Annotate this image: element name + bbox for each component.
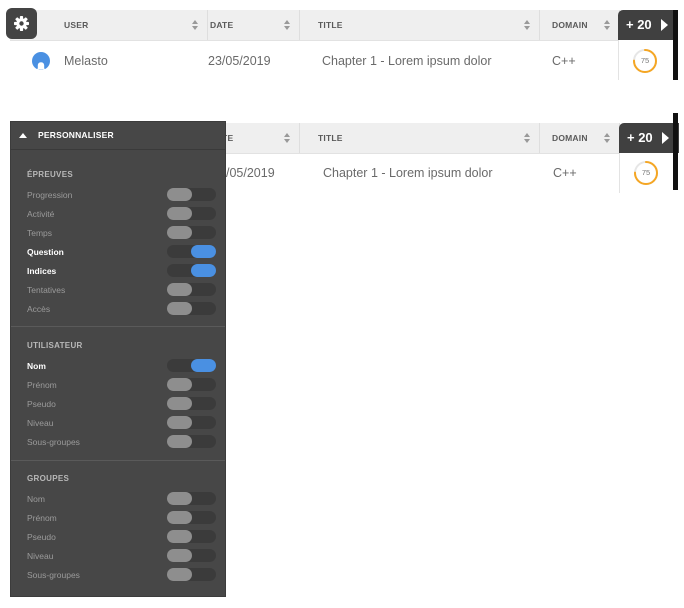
toggle-switch[interactable]	[167, 359, 216, 372]
column-header-title[interactable]: TITLE	[300, 123, 540, 153]
row-date: /05/2019	[226, 166, 275, 180]
option-activite[interactable]: Activité	[27, 207, 217, 221]
score-cell: 75	[619, 153, 680, 193]
option-sous-groupes[interactable]: Sous-groupes	[27, 435, 217, 449]
toggle-switch[interactable]	[167, 530, 216, 543]
settings-button[interactable]	[6, 8, 37, 39]
customize-panel-header[interactable]: PERSONNALISER	[11, 122, 225, 150]
table-header: USER DATE TITLE DOMAIN	[10, 10, 620, 41]
more-columns-button[interactable]: + 20	[618, 10, 678, 40]
sort-icon	[524, 20, 530, 30]
option-progression[interactable]: Progression	[27, 188, 217, 202]
toggle-switch[interactable]	[167, 492, 216, 505]
toggle-switch[interactable]	[167, 397, 216, 410]
toggle-switch[interactable]	[167, 245, 216, 258]
option-question[interactable]: Question	[27, 245, 217, 259]
option-tentatives[interactable]: Tentatives	[27, 283, 217, 297]
caret-up-icon	[19, 133, 27, 138]
toggle-switch[interactable]	[167, 511, 216, 524]
toggle-switch[interactable]	[167, 264, 216, 277]
row-domain: C++	[552, 54, 576, 68]
toggle-switch[interactable]	[167, 302, 216, 315]
toggle-switch[interactable]	[167, 416, 216, 429]
column-header-date[interactable]: DATE	[198, 10, 300, 40]
row-title[interactable]: Chapter 1 - Lorem ipsum dolor	[323, 153, 493, 193]
toggle-switch[interactable]	[167, 188, 216, 201]
panel-title: PERSONNALISER	[38, 130, 114, 140]
row-title[interactable]: Chapter 1 - Lorem ipsum dolor	[322, 41, 492, 81]
option-nom[interactable]: Nom	[27, 359, 217, 373]
score-gauge: 75	[633, 160, 659, 186]
score-value: 75	[640, 56, 650, 65]
option-groupe-sous-groupes[interactable]: Sous-groupes	[27, 568, 217, 582]
sort-icon	[524, 133, 530, 143]
option-groupe-niveau[interactable]: Niveau	[27, 549, 217, 563]
play-arrow-icon	[661, 19, 668, 31]
toggle-switch[interactable]	[167, 549, 216, 562]
row-date: 23/05/2019	[208, 54, 271, 68]
score-value: 75	[641, 168, 651, 177]
user-bell-icon	[32, 52, 50, 73]
toggle-switch[interactable]	[167, 226, 216, 239]
option-temps[interactable]: Temps	[27, 226, 217, 240]
edge-bar	[673, 113, 678, 190]
score-gauge: 75	[632, 48, 658, 74]
option-prenom[interactable]: Prénom	[27, 378, 217, 392]
option-groupe-pseudo[interactable]: Pseudo	[27, 530, 217, 544]
option-groupe-nom[interactable]: Nom	[27, 492, 217, 506]
option-indices[interactable]: Indices	[27, 264, 217, 278]
edge-bar	[673, 10, 678, 80]
section-title-utilisateur: UTILISATEUR	[27, 341, 83, 350]
option-acces[interactable]: Accès	[27, 302, 217, 316]
toggle-switch[interactable]	[167, 283, 216, 296]
score-cell: 75	[618, 40, 679, 80]
option-groupe-prenom[interactable]: Prénom	[27, 511, 217, 525]
section-title-groupes: GROUPES	[27, 474, 70, 483]
more-columns-button[interactable]: + 20	[619, 123, 679, 153]
gear-icon	[14, 16, 29, 31]
sort-icon	[284, 133, 290, 143]
section-divider	[11, 326, 225, 327]
sort-icon	[284, 20, 290, 30]
toggle-switch[interactable]	[167, 568, 216, 581]
column-header-domain[interactable]: DOMAIN	[540, 123, 620, 153]
toggle-switch[interactable]	[167, 378, 216, 391]
play-arrow-icon	[662, 132, 669, 144]
toggle-switch[interactable]	[167, 435, 216, 448]
user-name: Melasto	[64, 54, 108, 68]
column-header-domain[interactable]: DOMAIN	[540, 10, 620, 40]
customize-panel: PERSONNALISER ÉPREUVES Progression Activ…	[10, 121, 226, 597]
column-header-title[interactable]: TITLE	[300, 10, 540, 40]
sort-icon	[604, 133, 610, 143]
option-pseudo[interactable]: Pseudo	[27, 397, 217, 411]
row-domain: C++	[553, 166, 577, 180]
option-niveau[interactable]: Niveau	[27, 416, 217, 430]
section-divider	[11, 460, 225, 461]
section-title-epreuves: ÉPREUVES	[27, 170, 73, 179]
table-row[interactable]: Melasto 23/05/2019 Chapter 1 - Lorem ips…	[10, 41, 620, 81]
sort-icon	[604, 20, 610, 30]
toggle-switch[interactable]	[167, 207, 216, 220]
column-header-user[interactable]: USER	[50, 10, 208, 40]
